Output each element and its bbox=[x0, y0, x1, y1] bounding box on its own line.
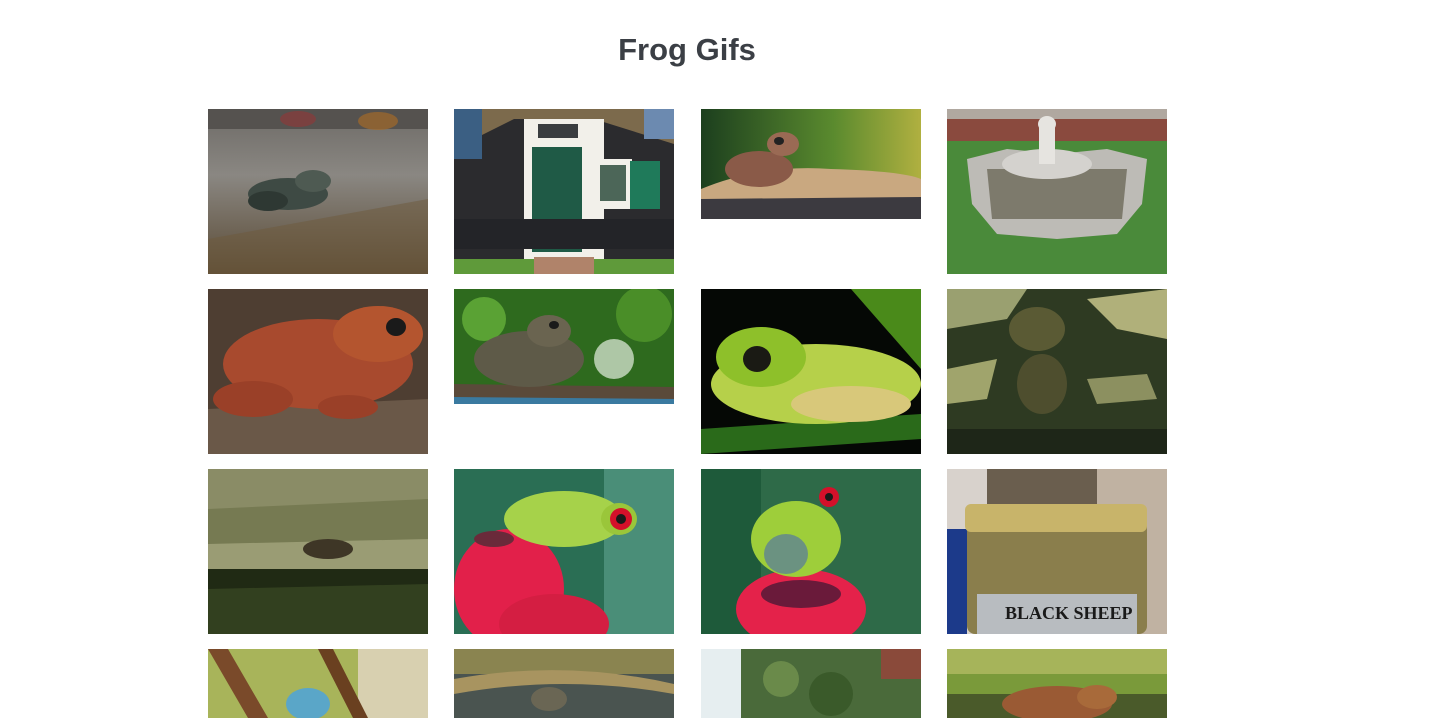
page: Frog Gifs BLACK SHEEP bbox=[0, 0, 1441, 718]
page-title: Frog Gifs bbox=[618, 32, 756, 67]
gif-thumbnail[interactable] bbox=[208, 649, 428, 718]
gif-thumbnail[interactable] bbox=[454, 469, 674, 634]
gif-thumbnail[interactable]: BLACK SHEEP bbox=[947, 469, 1167, 634]
gif-thumbnail[interactable] bbox=[947, 649, 1167, 718]
gif-thumbnail[interactable] bbox=[701, 289, 921, 454]
gif-thumbnail[interactable] bbox=[701, 469, 921, 634]
gif-thumbnail[interactable] bbox=[947, 109, 1167, 274]
gif-thumbnail[interactable] bbox=[208, 289, 428, 454]
gif-thumbnail[interactable] bbox=[208, 469, 428, 634]
gif-thumbnail[interactable] bbox=[701, 649, 921, 718]
jar-label-text: BLACK SHEEP bbox=[1005, 603, 1133, 623]
gif-thumbnail[interactable] bbox=[454, 109, 674, 274]
gif-thumbnail[interactable] bbox=[208, 109, 428, 274]
gif-thumbnail[interactable] bbox=[454, 289, 674, 404]
gif-thumbnail[interactable] bbox=[701, 109, 921, 219]
gif-thumbnail[interactable] bbox=[947, 289, 1167, 454]
gif-thumbnail[interactable] bbox=[454, 649, 674, 718]
